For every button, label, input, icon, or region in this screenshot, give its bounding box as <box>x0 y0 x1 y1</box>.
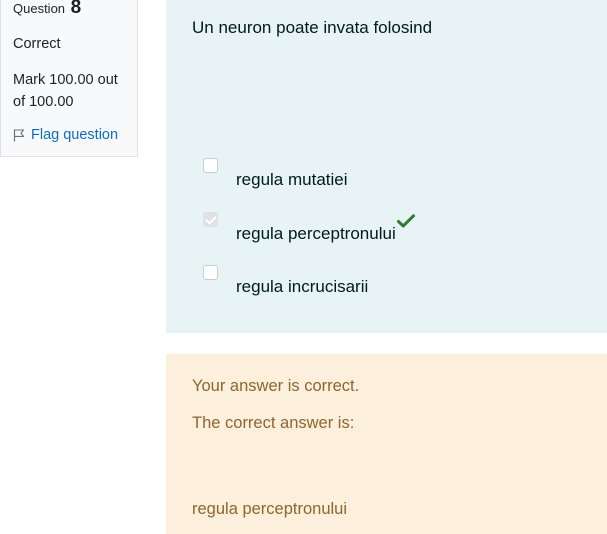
answer-label: regula perceptronului <box>236 224 396 243</box>
answer-label: regula mutatiei <box>236 170 348 189</box>
flag-question-link[interactable]: Flag question <box>13 126 118 144</box>
question-number: Question 8 <box>13 0 81 18</box>
flag-icon <box>13 128 25 142</box>
answer-label: regula incrucisarii <box>236 277 369 296</box>
feedback-result: Your answer is correct. <box>192 377 360 395</box>
question-number-value: 8 <box>70 0 82 18</box>
answer-option[interactable]: regula mutatiei <box>203 158 348 191</box>
question-text: Un neuron poate invata folosind <box>192 18 433 37</box>
feedback-panel: Your answer is correct. The correct answ… <box>166 354 607 534</box>
question-info-panel: Question 8 Correct Mark 100.00 out of 10… <box>0 0 138 157</box>
question-grade: Mark 100.00 out of 100.00 <box>13 72 118 110</box>
flag-question-label: Flag question <box>31 127 119 143</box>
answer-option[interactable]: regula perceptronului <box>203 212 415 245</box>
answer-checkbox[interactable] <box>203 265 218 280</box>
answer-checkbox-checked[interactable] <box>203 212 218 227</box>
answer-checkbox[interactable] <box>203 158 218 173</box>
question-label: Question <box>13 1 66 16</box>
correct-check-icon <box>396 214 415 233</box>
answer-option[interactable]: regula incrucisarii <box>203 265 368 298</box>
question-formulation: Un neuron poate invata folosind regula m… <box>166 0 607 333</box>
question-state: Correct <box>13 36 61 52</box>
correct-answer-label: The correct answer is: <box>192 414 355 432</box>
correct-answer-value: regula perceptronului <box>192 500 348 518</box>
